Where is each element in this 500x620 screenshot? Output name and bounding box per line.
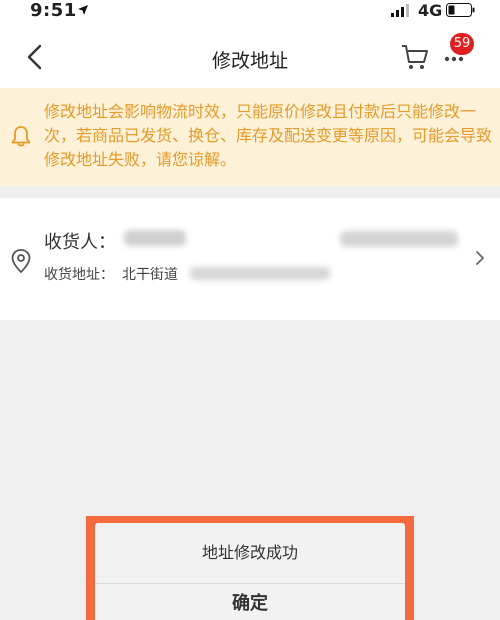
status-bar: 9:51 4G: [0, 0, 500, 22]
location-arrow-icon: [78, 5, 88, 15]
recipient-phone-redacted: [340, 231, 458, 247]
battery-icon: [446, 3, 475, 17]
section-divider: [0, 186, 500, 198]
shopping-cart-icon[interactable]: [400, 43, 430, 71]
address-detail-redacted: [190, 267, 330, 280]
success-dialog: 地址修改成功 确定: [95, 523, 405, 620]
recipient-name-redacted: [124, 230, 186, 246]
notification-badge: 59: [450, 33, 474, 55]
bell-icon: [11, 126, 31, 147]
address-street: 北干街道: [122, 267, 178, 283]
nav-bar: 修改地址 59: [0, 22, 500, 88]
dialog-highlight-frame: 地址修改成功 确定: [86, 516, 414, 620]
network-type: 4G: [418, 1, 443, 20]
notice-banner: 修改地址会影响物流时效，只能原价修改且付款后只能修改一次，若商品已发货、换仓、库…: [0, 88, 500, 186]
address-label: 收货地址：: [44, 267, 114, 283]
signal-icon: [391, 4, 409, 17]
status-time: 9:51: [30, 0, 77, 21]
location-pin-icon: [11, 249, 31, 274]
recipient-label: 收货人：: [44, 232, 116, 253]
dialog-message: 地址修改成功: [95, 523, 405, 584]
notice-text: 修改地址会影响物流时效，只能原价修改且付款后只能修改一次，若商品已发货、换仓、库…: [44, 102, 493, 169]
chevron-right-icon: [476, 251, 484, 265]
confirm-button[interactable]: 确定: [95, 584, 405, 620]
address-card[interactable]: 收货人： 收货地址： 北干街道: [0, 198, 500, 320]
